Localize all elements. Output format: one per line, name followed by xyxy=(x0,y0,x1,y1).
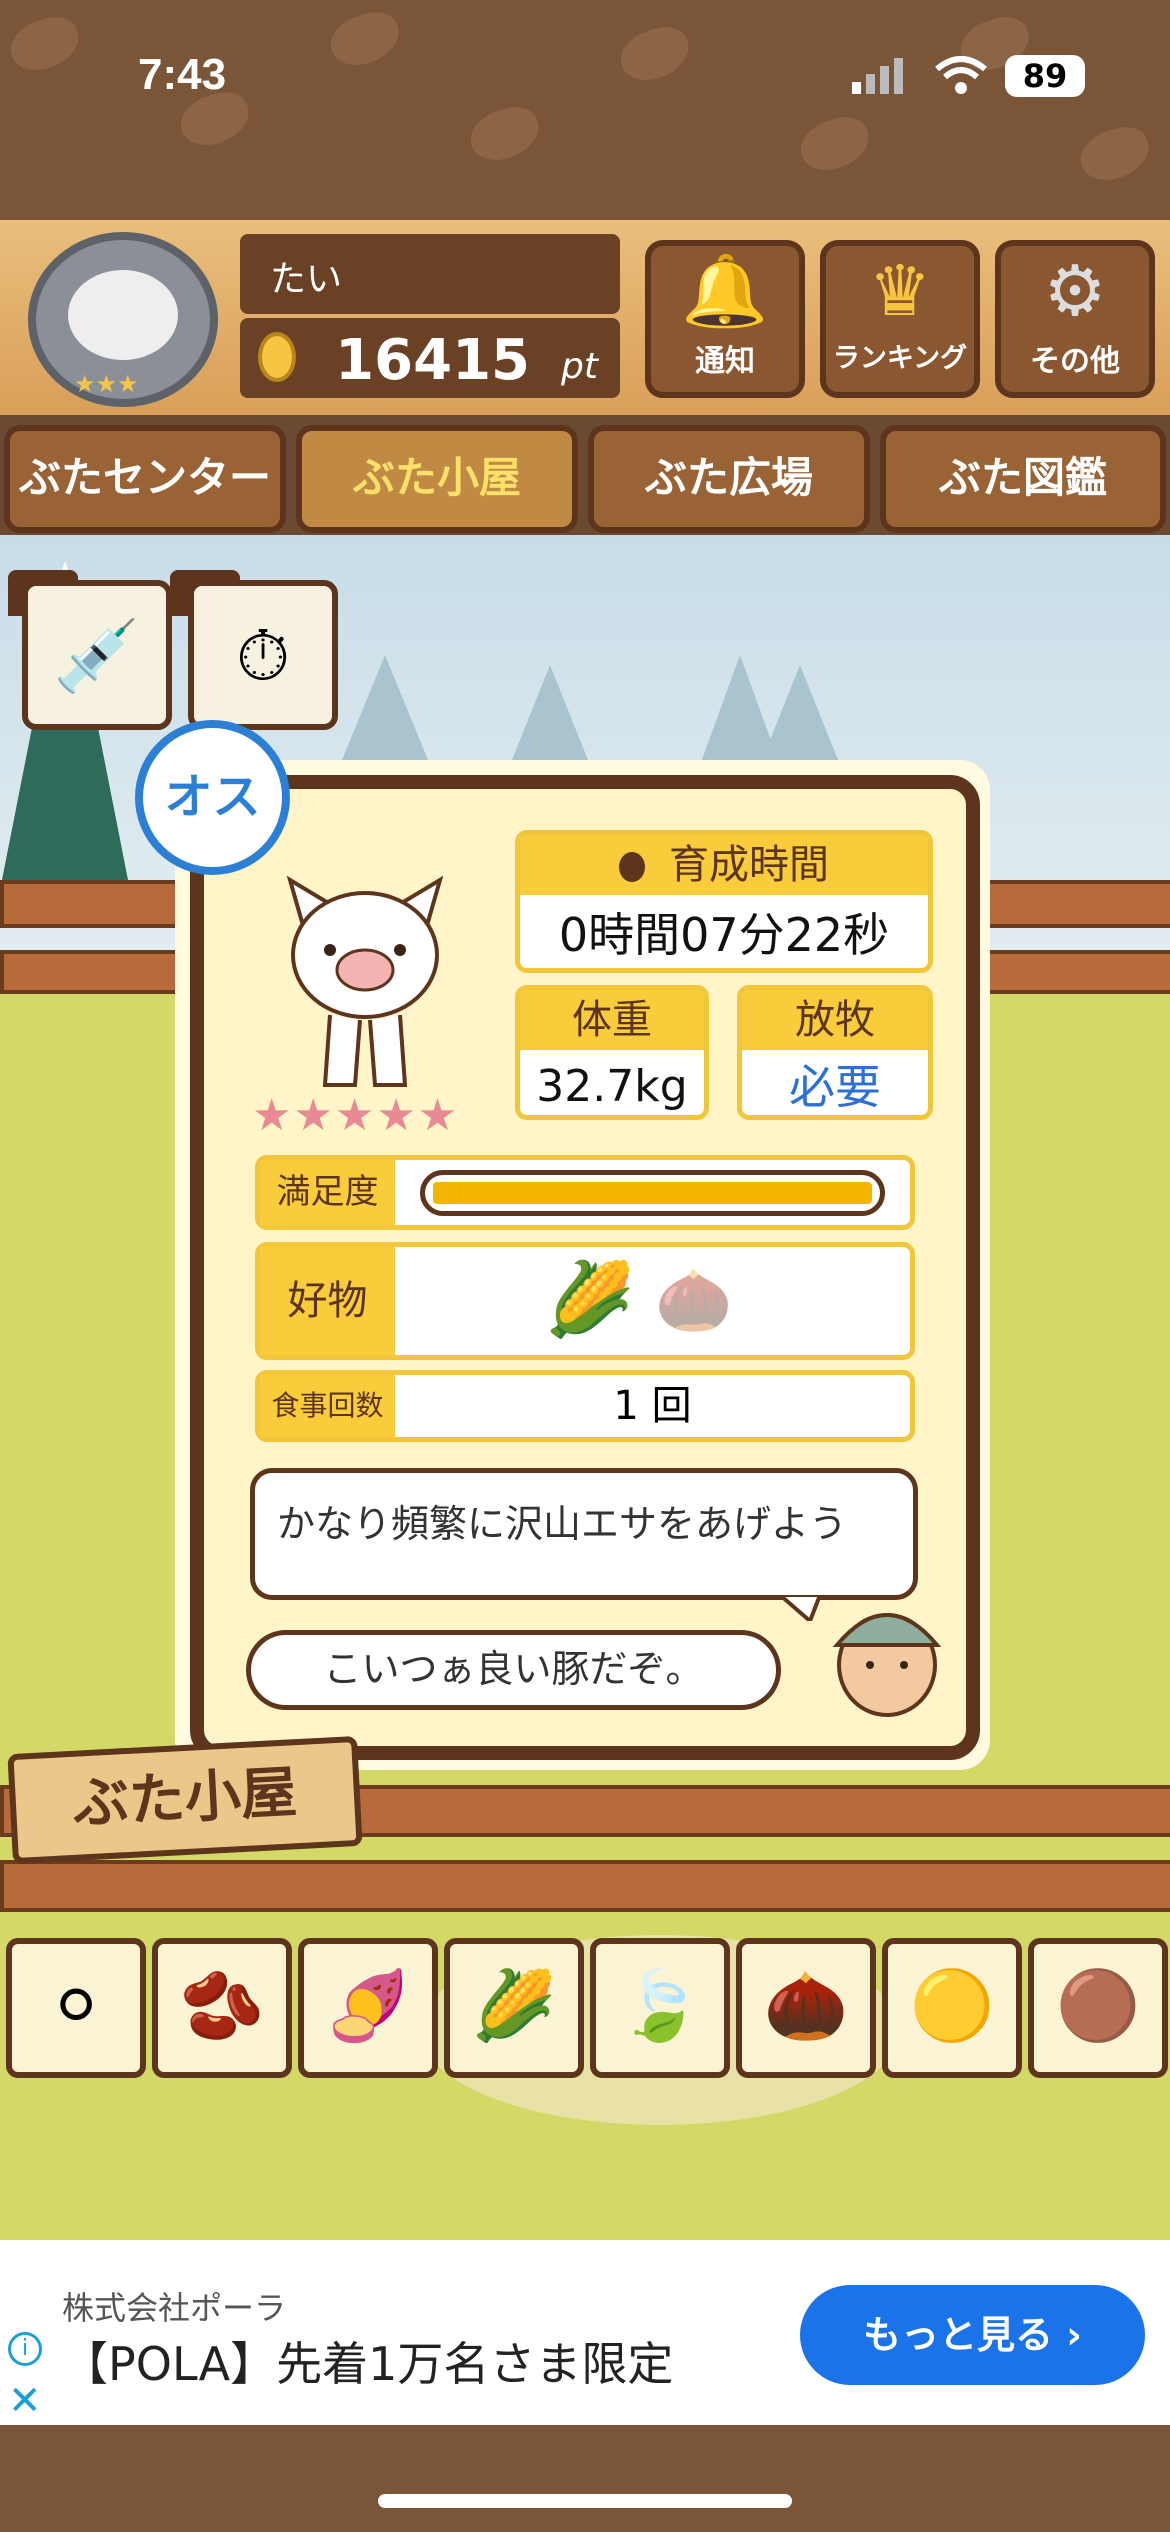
grazing-card[interactable]: 放牧 必要 xyxy=(737,985,933,1120)
ad-close-icon[interactable]: ✕ xyxy=(8,2378,42,2424)
other-button[interactable]: ⚙ その他 xyxy=(995,240,1155,398)
gender-label: オス xyxy=(164,769,261,825)
tab-buta-encyclopedia[interactable]: ぶた図鑑 xyxy=(880,425,1166,533)
food-slot-corn[interactable]: 🌽 xyxy=(444,1938,584,2078)
ad-headline: 【POLA】先着1万名さま限定 xyxy=(62,2337,674,2391)
wifi-icon xyxy=(935,55,987,95)
nuts-leaf-icon: 🍃 xyxy=(617,1967,703,2046)
acorn-icon: 🌰 xyxy=(655,1263,733,1336)
male-gender-badge: オス xyxy=(135,720,290,875)
comment-bubble: こいつぁ良い豚だぞ。 xyxy=(246,1630,781,1710)
signal-icon xyxy=(850,58,910,94)
acorn-icon: 🌰 xyxy=(763,1967,849,2046)
rank-stars-icon: ★★★ xyxy=(74,370,139,398)
tab-buta-plaza[interactable]: ぶた広場 xyxy=(588,425,870,533)
buta-hut-sign: ぶた小屋 xyxy=(7,1735,363,1865)
satisfaction-label: 満足度 xyxy=(260,1160,395,1225)
notification-button[interactable]: 🔔 通知 xyxy=(645,240,805,398)
food-slot-white-beans[interactable]: ⚪ xyxy=(6,1938,146,2078)
meals-value: 1 回 xyxy=(613,1383,692,1429)
gear-icon: ⚙ xyxy=(1043,250,1107,332)
growth-time-label: 育成時間 xyxy=(669,842,829,888)
beans-white-icon: ⚪ xyxy=(47,1967,105,2046)
weight-label: 体重 xyxy=(520,990,704,1050)
ad-more-label: もっと見る xyxy=(863,2313,1054,2357)
bell-icon: 🔔 xyxy=(681,250,769,332)
truffle-plate-icon: 🟤 xyxy=(1055,1967,1141,2046)
tab-buta-center[interactable]: ぶたセンター xyxy=(4,425,286,533)
rating-stars: ★★★★★ xyxy=(252,1090,460,1141)
satisfaction-bar-fill xyxy=(433,1182,872,1204)
comment-text: こいつぁ良い豚だぞ。 xyxy=(323,1647,704,1691)
coin-icon xyxy=(258,332,296,382)
weight-card: 体重 32.7kg xyxy=(515,985,709,1120)
advice-bubble: かなり頻繁に沢山エサをあげよう xyxy=(250,1468,918,1600)
home-indicator[interactable] xyxy=(378,2494,792,2508)
tab-buta-hut[interactable]: ぶた小屋 xyxy=(296,425,578,533)
food-slot-acorn[interactable]: 🌰 xyxy=(736,1938,876,2078)
meals-label: 食事回数 xyxy=(260,1375,395,1437)
soybean-plate-icon: 🟡 xyxy=(909,1967,995,2046)
medal-icon xyxy=(619,852,645,882)
points-box: 16415 pt xyxy=(240,318,620,398)
growth-time-value: 0時間07分22秒 xyxy=(558,908,890,962)
favorite-food-row: 好物 🌽 🌰 xyxy=(255,1242,915,1360)
user-name-box: たい xyxy=(240,234,620,314)
beans-mixed-icon: 🫘 xyxy=(179,1967,265,2046)
pine-tree xyxy=(340,655,430,765)
pine-tree xyxy=(510,665,590,765)
crown-icon: ♛ xyxy=(868,250,932,332)
stopwatch-icon: ⏱ xyxy=(235,615,291,697)
chevron-right-icon: › xyxy=(1066,2313,1082,2357)
points-value: 16415 xyxy=(335,328,530,393)
bubble-tail xyxy=(774,1593,823,1625)
ad-info-icon[interactable]: i xyxy=(8,2332,42,2366)
weight-value: 32.7kg xyxy=(536,1061,688,1112)
pine-tree xyxy=(760,665,840,765)
notification-label: 通知 xyxy=(695,344,755,379)
growth-time-card: 育成時間 0時間07分22秒 xyxy=(515,830,933,973)
food-slot-sweet-potato[interactable]: 🍠 xyxy=(298,1938,438,2078)
food-slot-truffles[interactable]: 🟤 xyxy=(1028,1938,1168,2078)
favorite-label: 好物 xyxy=(260,1247,395,1355)
sweet-potato-icon: 🍠 xyxy=(325,1967,411,2046)
pig-illustration[interactable] xyxy=(270,870,460,1095)
bottom-background-pattern xyxy=(0,2425,1170,2532)
grazing-label: 放牧 xyxy=(742,990,928,1050)
corn-icon: 🌽 xyxy=(545,1257,635,1341)
fence-rail xyxy=(0,1860,1170,1912)
ranking-button[interactable]: ♛ ランキング xyxy=(820,240,980,398)
grazing-value: 必要 xyxy=(789,1060,881,1114)
ad-company: 株式会社ポーラ xyxy=(62,2289,287,2327)
status-time: 7:43 xyxy=(138,50,227,99)
growth-time-header: 育成時間 xyxy=(520,835,928,895)
satisfaction-bar xyxy=(420,1170,885,1216)
corn-icon: 🌽 xyxy=(471,1967,557,2046)
pig-face-icon xyxy=(68,270,178,360)
ad-more-button[interactable]: もっと見る › xyxy=(800,2285,1145,2385)
farmer-icon xyxy=(822,1590,952,1720)
syringe-icon: 💉 xyxy=(53,615,141,697)
avatar[interactable]: ★★★ xyxy=(28,232,218,407)
advice-text: かなり頻繁に沢山エサをあげよう xyxy=(277,1502,848,1546)
user-name: たい xyxy=(270,259,343,300)
food-slot-soybeans[interactable]: 🟡 xyxy=(882,1938,1022,2078)
other-label: その他 xyxy=(1030,344,1120,379)
satisfaction-row: 満足度 xyxy=(255,1155,915,1230)
ranking-label: ランキング xyxy=(832,343,968,374)
syringe-item-button[interactable]: 💉 xyxy=(22,580,172,730)
food-slot-mixed-beans[interactable]: 🫘 xyxy=(152,1938,292,2078)
stopwatch-item-button[interactable]: ⏱ xyxy=(188,580,338,730)
meal-count-row: 食事回数 1 回 xyxy=(255,1370,915,1442)
food-slot-nuts[interactable]: 🍃 xyxy=(590,1938,730,2078)
top-background-pattern xyxy=(0,0,1170,225)
battery-indicator: 89 xyxy=(1005,55,1085,97)
points-unit: pt xyxy=(561,346,598,387)
